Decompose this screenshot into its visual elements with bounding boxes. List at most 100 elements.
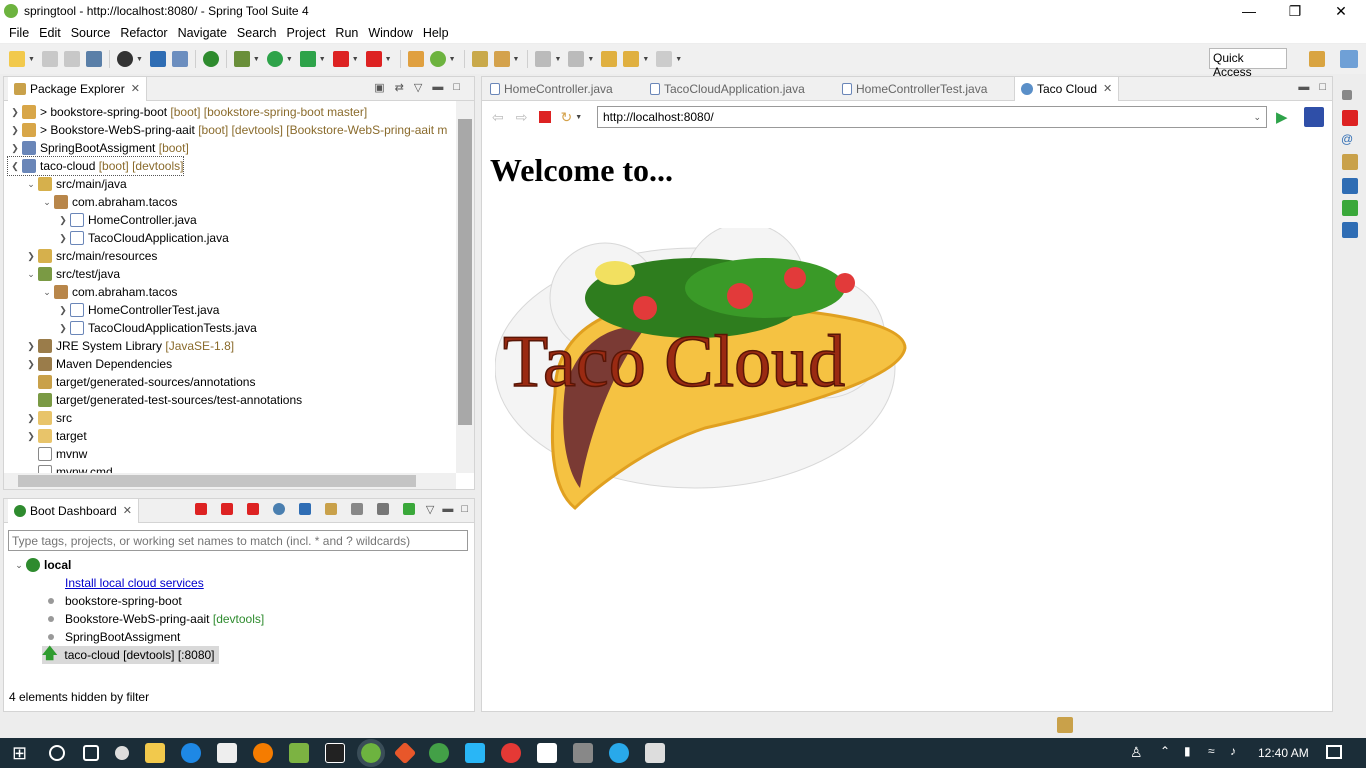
chrome-icon[interactable] bbox=[429, 743, 450, 763]
action-center-icon[interactable] bbox=[1326, 745, 1342, 759]
notes-icon[interactable] bbox=[645, 743, 666, 763]
install-link[interactable]: Install local cloud services bbox=[65, 574, 204, 592]
edge-icon[interactable] bbox=[181, 743, 202, 763]
tree-item[interactable]: ❯ Maven Dependencies bbox=[24, 355, 172, 373]
people-icon[interactable]: ♙ bbox=[1130, 744, 1143, 761]
file-explorer-icon[interactable] bbox=[145, 743, 166, 763]
tree-item[interactable]: ❯ src/main/resources bbox=[24, 247, 157, 265]
menu-edit[interactable]: Edit bbox=[34, 26, 66, 40]
show-hidden-icons-icon[interactable]: ⌃ bbox=[1160, 744, 1170, 758]
debug-icon[interactable] bbox=[233, 51, 250, 67]
prev-annotation-icon[interactable] bbox=[568, 51, 585, 67]
chevron-right-icon[interactable]: ❯ bbox=[56, 233, 70, 244]
chevron-right-icon[interactable]: ❯ bbox=[24, 359, 38, 370]
back-icon[interactable]: ⇦ bbox=[492, 109, 504, 126]
intellij-icon[interactable] bbox=[325, 743, 346, 763]
stop-icon[interactable] bbox=[332, 51, 349, 67]
close-icon[interactable]: ✕ bbox=[123, 504, 132, 517]
chevron-right-icon[interactable]: ❯ bbox=[24, 431, 38, 442]
add-icon[interactable] bbox=[402, 503, 415, 515]
tree-item[interactable]: ❯ > Bookstore-WebS-pring-aait [boot] [dev… bbox=[8, 121, 447, 139]
github-icon[interactable] bbox=[116, 51, 133, 67]
whiteboard-icon[interactable] bbox=[465, 743, 486, 763]
menu-search[interactable]: Search bbox=[232, 26, 282, 40]
network-tool-icon[interactable] bbox=[573, 743, 594, 763]
clock[interactable]: 12:40 AM bbox=[1258, 746, 1309, 760]
open-browser-icon[interactable] bbox=[272, 503, 285, 515]
tab-boot-dashboard[interactable]: Boot Dashboard ✕ bbox=[8, 498, 139, 523]
scrollbar-thumb[interactable] bbox=[458, 119, 472, 425]
maximize-view-icon[interactable]: □ bbox=[453, 81, 460, 94]
app-row-selected[interactable]: 🡅 taco-cloud [devtools] [:8080] bbox=[42, 645, 219, 664]
chevron-down-icon[interactable]: ⌄ bbox=[24, 269, 38, 280]
console-view-icon[interactable] bbox=[1342, 178, 1358, 194]
console-icon[interactable] bbox=[149, 51, 166, 67]
volume-icon[interactable]: ♪ bbox=[1230, 744, 1236, 758]
close-icon[interactable]: ✕ bbox=[131, 82, 140, 95]
task-view-icon[interactable] bbox=[83, 745, 100, 761]
horizontal-scrollbar[interactable] bbox=[4, 473, 456, 489]
chevron-down-icon[interactable]: ⌄ bbox=[40, 287, 54, 298]
open-perspective-icon[interactable] bbox=[1309, 51, 1325, 67]
app-row[interactable]: bookstore-spring-boot bbox=[48, 592, 182, 610]
telegram-icon[interactable] bbox=[609, 743, 630, 763]
tree-item[interactable]: ❯ > bookstore-spring-boot [boot] [booksto… bbox=[8, 103, 367, 121]
chevron-down-icon[interactable]: ❮ bbox=[8, 161, 22, 172]
coverage-icon[interactable] bbox=[299, 51, 316, 67]
tree-item[interactable]: ❯ TacoCloudApplication.java bbox=[56, 229, 229, 247]
properties-icon[interactable] bbox=[350, 503, 363, 515]
progress-icon[interactable] bbox=[1342, 200, 1358, 216]
chevron-down-icon[interactable]: ⌄ bbox=[12, 560, 26, 571]
java-perspective-icon[interactable] bbox=[1340, 50, 1358, 68]
save-icon[interactable] bbox=[41, 51, 58, 67]
search-icon[interactable] bbox=[493, 51, 510, 67]
spring-tool-suite-icon[interactable] bbox=[357, 739, 386, 767]
chevron-right-icon[interactable]: ❯ bbox=[24, 251, 38, 262]
open-type-icon[interactable] bbox=[471, 51, 488, 67]
menu-source[interactable]: Source bbox=[66, 26, 116, 40]
run-icon[interactable] bbox=[266, 51, 283, 67]
tree-item[interactable]: ❯ TacoCloudApplicationTests.java bbox=[56, 319, 257, 337]
view-menu-icon[interactable]: ▽ bbox=[426, 503, 434, 516]
tree-item[interactable]: ❯ HomeControllerTest.java bbox=[56, 301, 219, 319]
menu-file[interactable]: File bbox=[4, 26, 34, 40]
refresh-icon[interactable]: ↻ bbox=[560, 109, 572, 126]
back-icon[interactable] bbox=[623, 51, 640, 67]
postman-icon[interactable] bbox=[501, 743, 522, 763]
menu-help[interactable]: Help bbox=[418, 26, 454, 40]
chevron-down-icon[interactable]: ⌄ bbox=[24, 179, 38, 190]
tree-item[interactable]: ❯ SpringBootAssigment [boot] bbox=[8, 139, 189, 157]
quick-access-field[interactable]: Quick Access bbox=[1209, 48, 1287, 79]
app-row[interactable]: SpringBootAssigment bbox=[48, 628, 180, 646]
go-icon[interactable]: ▶ bbox=[1276, 108, 1288, 126]
search-icon[interactable] bbox=[115, 746, 130, 760]
tree-item[interactable]: ❯ src bbox=[24, 409, 72, 427]
firefox-icon[interactable] bbox=[253, 743, 274, 763]
windows-start-icon[interactable]: ⊞ bbox=[12, 743, 27, 764]
android-studio-icon[interactable] bbox=[289, 743, 310, 763]
collapse-all-icon[interactable]: ▣ bbox=[374, 81, 384, 94]
tree-item[interactable]: ⌄ com.abraham.tacos bbox=[40, 283, 177, 301]
skip-breakpoints-icon[interactable] bbox=[171, 51, 188, 67]
print-icon[interactable] bbox=[85, 51, 102, 67]
chevron-right-icon[interactable]: ❯ bbox=[8, 125, 22, 136]
app-row[interactable]: Bookstore-WebS-pring-aait [devtools] bbox=[48, 610, 264, 628]
forward-icon[interactable] bbox=[656, 51, 673, 67]
chevron-right-icon[interactable]: ❯ bbox=[8, 107, 22, 118]
menu-refactor[interactable]: Refactor bbox=[115, 26, 172, 40]
expose-icon[interactable] bbox=[376, 503, 389, 515]
tree-item[interactable]: ❯ target bbox=[24, 427, 87, 445]
tree-item[interactable]: ⌄ src/test/java bbox=[24, 265, 120, 283]
last-edit-icon[interactable] bbox=[601, 51, 618, 67]
tab-taco-cloud-application[interactable]: TacoCloudApplication.java bbox=[642, 77, 834, 101]
javadoc-icon[interactable]: @ bbox=[1341, 132, 1353, 146]
chevron-right-icon[interactable]: ❯ bbox=[56, 323, 70, 334]
view-menu-icon[interactable]: ▽ bbox=[414, 81, 422, 94]
restore-icon[interactable]: ❐ bbox=[1272, 0, 1318, 22]
menu-run[interactable]: Run bbox=[330, 26, 363, 40]
minimize-view-icon[interactable]: ▬ bbox=[442, 503, 453, 516]
minimize-editor-icon[interactable]: ▬ bbox=[1298, 81, 1309, 93]
tree-item[interactable]: target/generated-test-sources/test-annot… bbox=[24, 391, 302, 409]
status-bar-icon[interactable] bbox=[1057, 717, 1073, 733]
forward-icon[interactable]: ⇨ bbox=[516, 109, 528, 126]
